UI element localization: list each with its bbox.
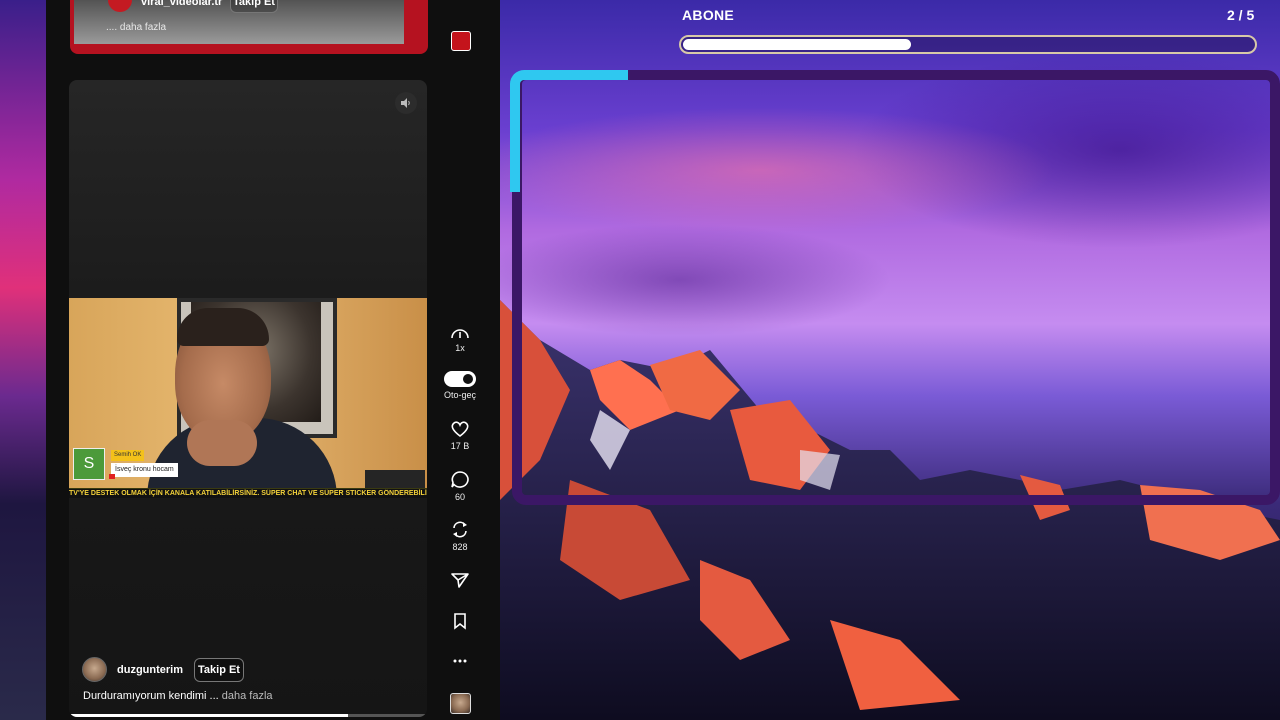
previous-video-card[interactable]: viral_videolar.tr Takip Et .... daha faz… xyxy=(70,0,428,54)
chat-author: Semih OK xyxy=(111,450,145,461)
author-name[interactable]: duzgunterim xyxy=(117,664,183,676)
video-frame[interactable]: S Semih OK İsveç kronu hocam TV'YE DESTE… xyxy=(69,298,427,498)
repost-icon xyxy=(453,521,467,538)
previous-author-name[interactable]: viral_videolar.tr xyxy=(141,0,222,8)
comment-icon xyxy=(451,471,469,488)
more-button[interactable] xyxy=(442,658,478,664)
subscribe-goal-progress-fill xyxy=(683,39,911,50)
author-avatar[interactable] xyxy=(82,657,107,682)
comment-count: 60 xyxy=(454,492,465,502)
autoplay-label: Oto-geç xyxy=(443,390,476,400)
video-progress-fill xyxy=(69,714,349,717)
news-ticker: TV'YE DESTEK OLMAK İÇİN KANALA KATILABİL… xyxy=(69,488,427,498)
chat-name-tag: S Semih OK İsveç kronu hocam xyxy=(73,448,178,480)
like-count: 17 B xyxy=(450,441,470,451)
share-button[interactable] xyxy=(442,572,478,589)
save-button[interactable] xyxy=(442,612,478,630)
chat-avatar-letter: S xyxy=(73,448,105,480)
speed-button[interactable]: 1x xyxy=(442,326,478,353)
person-hand xyxy=(187,420,257,466)
repost-count: 828 xyxy=(452,542,468,552)
previous-description[interactable]: .... daha fazla xyxy=(106,22,166,33)
volume-icon xyxy=(401,98,410,108)
previous-channel-avatar[interactable] xyxy=(451,31,471,51)
current-video-card[interactable]: S Semih OK İsveç kronu hocam TV'YE DESTE… xyxy=(69,80,427,717)
autoplay-switch[interactable] xyxy=(444,371,476,387)
heart-icon xyxy=(451,421,469,438)
speedometer-icon xyxy=(451,329,469,339)
bookmark-icon xyxy=(454,613,466,630)
channel-avatar[interactable] xyxy=(450,693,471,714)
previous-follow-button[interactable]: Takip Et xyxy=(230,0,278,13)
follow-button[interactable]: Takip Et xyxy=(194,658,244,682)
like-button[interactable]: 17 B xyxy=(442,420,478,451)
more-link[interactable]: daha fazla xyxy=(222,690,273,702)
desktop-edge xyxy=(0,0,46,720)
volume-button[interactable] xyxy=(395,92,417,114)
description-text: Durduramıyorum kendimi ... xyxy=(83,690,219,702)
video-description[interactable]: Durduramıyorum kendimi ... daha fazla xyxy=(83,690,273,702)
repost-button[interactable]: 828 xyxy=(442,520,478,552)
subscribe-goal-label: ABONE xyxy=(682,7,735,23)
autoplay-toggle[interactable]: Oto-geç xyxy=(442,371,478,400)
video-feed-panel: viral_videolar.tr Takip Et .... daha faz… xyxy=(46,0,500,720)
video-progress-bar[interactable] xyxy=(69,714,427,717)
subscribe-goal-count: 2 / 5 xyxy=(1227,7,1255,23)
more-horizontal-icon xyxy=(453,659,467,663)
send-icon xyxy=(451,573,469,588)
overlay-frame-accent xyxy=(510,70,628,192)
speed-label: 1x xyxy=(455,343,465,353)
comment-button[interactable]: 60 xyxy=(442,470,478,502)
screen: ABONE 2 / 5 viral_videolar.tr Takip Et .… xyxy=(0,0,1280,720)
chat-message: İsveç kronu hocam xyxy=(111,463,178,477)
background-object xyxy=(365,470,425,488)
person-hair xyxy=(177,308,269,346)
youtube-icon xyxy=(109,474,115,479)
subscribe-goal-progress xyxy=(679,35,1257,54)
